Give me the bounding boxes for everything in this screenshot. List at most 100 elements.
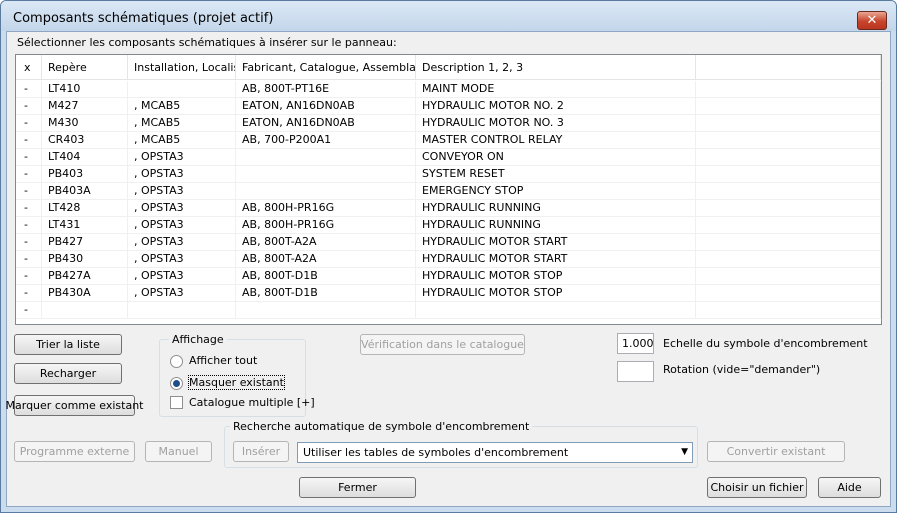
column-header-empty[interactable] — [696, 55, 881, 80]
cell-description: HYDRAULIC RUNNING — [416, 200, 696, 217]
cell-repere: CR403 — [42, 132, 128, 149]
cell-fabricant: AB, 800T-D1B — [236, 285, 416, 302]
cell-repere: PB403A — [42, 183, 128, 200]
cell-fabricant: AB, 800T-PT16E — [236, 81, 416, 98]
insert-button[interactable]: Insérer — [233, 441, 289, 462]
table-row[interactable]: - LT410 AB, 800T-PT16E MAINT MODE — [16, 81, 881, 98]
cell-installation: , OPSTA3 — [128, 234, 236, 251]
cell-installation: , MCAB5 — [128, 132, 236, 149]
cell-fabricant: AB, 800T-D1B — [236, 268, 416, 285]
cell-fabricant: AB, 700-P200A1 — [236, 132, 416, 149]
cell-description: SYSTEM RESET — [416, 166, 696, 183]
sort-list-button[interactable]: Trier la liste — [14, 334, 122, 355]
cell-marker: - — [16, 98, 42, 115]
cell-installation: , OPSTA3 — [128, 251, 236, 268]
cell-installation: , OPSTA3 — [128, 217, 236, 234]
column-header-x[interactable]: x — [16, 55, 42, 80]
cell-marker: - — [16, 200, 42, 217]
cell-repere — [42, 302, 128, 319]
cell-installation — [128, 302, 236, 319]
cell-installation: , OPSTA3 — [128, 200, 236, 217]
chevron-down-icon[interactable]: ▼ — [681, 443, 688, 462]
column-header-repere[interactable]: Repère — [42, 55, 128, 80]
cell-empty — [696, 115, 881, 132]
cell-description: CONVEYOR ON — [416, 149, 696, 166]
cell-empty — [696, 98, 881, 115]
show-all-label[interactable]: Afficher tout — [189, 354, 257, 367]
cell-marker: - — [16, 302, 42, 319]
table-row[interactable]: - PB403, OPSTA3 SYSTEM RESET — [16, 166, 881, 183]
catalog-check-button[interactable]: Vérification dans le catalogue — [360, 334, 525, 355]
cell-repere: LT431 — [42, 217, 128, 234]
cell-description: HYDRAULIC MOTOR STOP — [416, 285, 696, 302]
table-row[interactable]: - M427, MCAB5 EATON, AN16DN0AB HYDRAULIC MO… — [16, 98, 881, 115]
cell-fabricant: EATON, AN16DN0AB — [236, 98, 416, 115]
cell-empty — [696, 81, 881, 98]
cell-installation: , OPSTA3 — [128, 268, 236, 285]
cell-repere: PB430A — [42, 285, 128, 302]
table-row[interactable]: - PB427A, OPSTA3 AB, 800T-D1B HYDRAULIC MOT… — [16, 268, 881, 285]
rotation-input[interactable] — [617, 361, 654, 382]
cell-empty — [696, 268, 881, 285]
cell-marker: - — [16, 81, 42, 98]
close-dialog-button[interactable]: Fermer — [299, 477, 416, 498]
cell-repere: M427 — [42, 98, 128, 115]
cell-fabricant: EATON, AN16DN0AB — [236, 115, 416, 132]
cell-fabricant — [236, 183, 416, 200]
cell-installation: , OPSTA3 — [128, 149, 236, 166]
cell-installation: , MCAB5 — [128, 115, 236, 132]
table-row[interactable]: - PB430A, OPSTA3 AB, 800T-D1B HYDRAULIC MOT… — [16, 285, 881, 302]
table-row[interactable]: - CR403, MCAB5 AB, 700-P200A1 MASTER CONTRO… — [16, 132, 881, 149]
column-header-description[interactable]: Description 1, 2, 3 — [416, 55, 696, 80]
manual-button[interactable]: Manuel — [145, 441, 212, 462]
cell-repere: PB430 — [42, 251, 128, 268]
close-button[interactable]: ✕ — [857, 11, 887, 30]
multiple-catalog-label[interactable]: Catalogue multiple [+] — [189, 396, 315, 409]
cell-marker: - — [16, 166, 42, 183]
table-row[interactable]: - PB427, OPSTA3 AB, 800T-A2A HYDRAULIC MOTO… — [16, 234, 881, 251]
cell-empty — [696, 200, 881, 217]
cell-marker: - — [16, 132, 42, 149]
cell-repere: PB403 — [42, 166, 128, 183]
cell-repere: LT404 — [42, 149, 128, 166]
reload-button[interactable]: Recharger — [14, 363, 122, 384]
affichage-group: Affichage Afficher tout Masquer existant… — [159, 333, 315, 417]
table-row[interactable]: - — [16, 302, 881, 319]
cell-installation: , OPSTA3 — [128, 166, 236, 183]
cell-repere: M430 — [42, 115, 128, 132]
dialog-body: Sélectionner les composants schématiques… — [6, 31, 891, 507]
cell-installation: , MCAB5 — [128, 98, 236, 115]
title-bar[interactable]: Composants schématiques (projet actif) ✕ — [1, 1, 896, 31]
table-row[interactable]: - M430, MCAB5 EATON, AN16DN0AB HYDRAULIC MO… — [16, 115, 881, 132]
cell-description: HYDRAULIC MOTOR NO. 2 — [416, 98, 696, 115]
table-row[interactable]: - PB430, OPSTA3 AB, 800T-A2A HYDRAULIC MOTO… — [16, 251, 881, 268]
cell-fabricant: AB, 800H-PR16G — [236, 200, 416, 217]
symbol-source-value: Utiliser les tables de symboles d'encomb… — [303, 446, 569, 459]
cell-fabricant: AB, 800T-A2A — [236, 251, 416, 268]
mark-existing-button[interactable]: Marquer comme existant — [6, 395, 144, 416]
show-all-radio[interactable] — [170, 355, 183, 368]
multiple-catalog-checkbox[interactable] — [170, 396, 183, 409]
components-list[interactable]: x Repère Installation, Localis... Fabric… — [15, 54, 882, 325]
list-header: x Repère Installation, Localis... Fabric… — [16, 55, 881, 80]
convert-existing-button[interactable]: Convertir existant — [707, 441, 845, 462]
cell-description: MASTER CONTROL RELAY — [416, 132, 696, 149]
table-row[interactable]: - LT428, OPSTA3 AB, 800H-PR16G HYDRAULIC RU… — [16, 200, 881, 217]
scale-input[interactable]: 1.000 — [617, 333, 654, 354]
table-row[interactable]: - LT431, OPSTA3 AB, 800H-PR16G HYDRAULIC RU… — [16, 217, 881, 234]
cell-marker: - — [16, 251, 42, 268]
help-button[interactable]: Aide — [818, 477, 881, 498]
external-program-button[interactable]: Programme externe — [14, 441, 135, 462]
cell-repere: LT410 — [42, 81, 128, 98]
cell-installation: , OPSTA3 — [128, 183, 236, 200]
symbol-source-select[interactable]: Utiliser les tables de symboles d'encomb… — [297, 442, 693, 463]
column-header-fabricant[interactable]: Fabricant, Catalogue, Assemblage — [236, 55, 416, 80]
table-row[interactable]: - LT404, OPSTA3 CONVEYOR ON — [16, 149, 881, 166]
table-row[interactable]: - PB403A, OPSTA3 EMERGENCY STOP — [16, 183, 881, 200]
hide-existing-label[interactable]: Masquer existant — [188, 375, 285, 390]
hide-existing-radio[interactable] — [170, 377, 183, 390]
choose-file-button[interactable]: Choisir un fichier — [707, 477, 807, 498]
cell-marker: - — [16, 115, 42, 132]
rotation-label: Rotation (vide="demander") — [663, 363, 821, 376]
column-header-installation[interactable]: Installation, Localis... — [128, 55, 236, 80]
